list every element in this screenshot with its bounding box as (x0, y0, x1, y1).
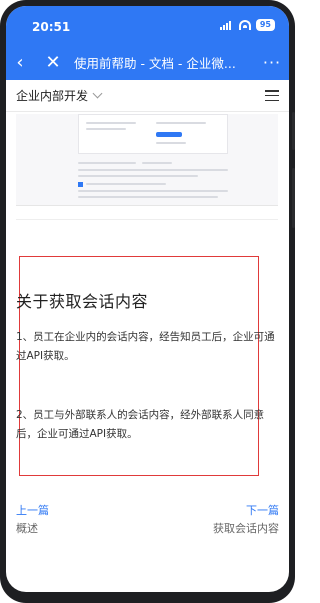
volume-button (292, 112, 295, 150)
paragraph-2: 2、员工与外部联系人的会话内容，经外部联系人同意后，企业可通过API获取。 (16, 409, 265, 440)
chevron-down-icon[interactable] (92, 88, 103, 99)
prev-article-link[interactable]: 上一篇 (16, 502, 49, 518)
menu-icon[interactable] (265, 90, 279, 101)
doc-nav-header: 企业内部开发 (6, 80, 289, 112)
signal-icon (219, 20, 234, 30)
paragraph-1: 1、员工在企业内的会话内容，经告知员工后，企业可通过API获取。 (16, 331, 275, 362)
status-bar: 20:51 95 (6, 6, 289, 44)
phone-frame: 20:51 95 ‹ ✕ 使用前帮助 - 文档 - 企业微... ··· 企业内… (0, 0, 295, 603)
section-selector[interactable]: 企业内部开发 (16, 87, 88, 104)
battery-icon: 95 (255, 19, 275, 31)
article-heading: 关于获取会话内容 (16, 292, 149, 311)
divider (16, 219, 278, 220)
wifi-icon (238, 20, 251, 30)
next-article-link[interactable]: 下一篇 (246, 502, 279, 518)
close-icon[interactable]: ✕ (38, 52, 68, 73)
power-button (292, 168, 295, 228)
page-title: 使用前帮助 - 文档 - 企业微... (74, 55, 236, 71)
title-bar: ‹ ✕ 使用前帮助 - 文档 - 企业微... ··· (6, 44, 289, 80)
next-article-title[interactable]: 获取会话内容 (213, 520, 279, 536)
prev-article-title[interactable]: 概述 (16, 520, 38, 536)
status-time: 20:51 (32, 20, 71, 34)
embedded-screenshot (16, 114, 278, 206)
status-icons: 95 (219, 19, 275, 31)
back-icon[interactable]: ‹ (8, 52, 32, 73)
more-icon[interactable]: ··· (255, 53, 289, 72)
screen: 20:51 95 ‹ ✕ 使用前帮助 - 文档 - 企业微... ··· 企业内… (6, 6, 289, 592)
